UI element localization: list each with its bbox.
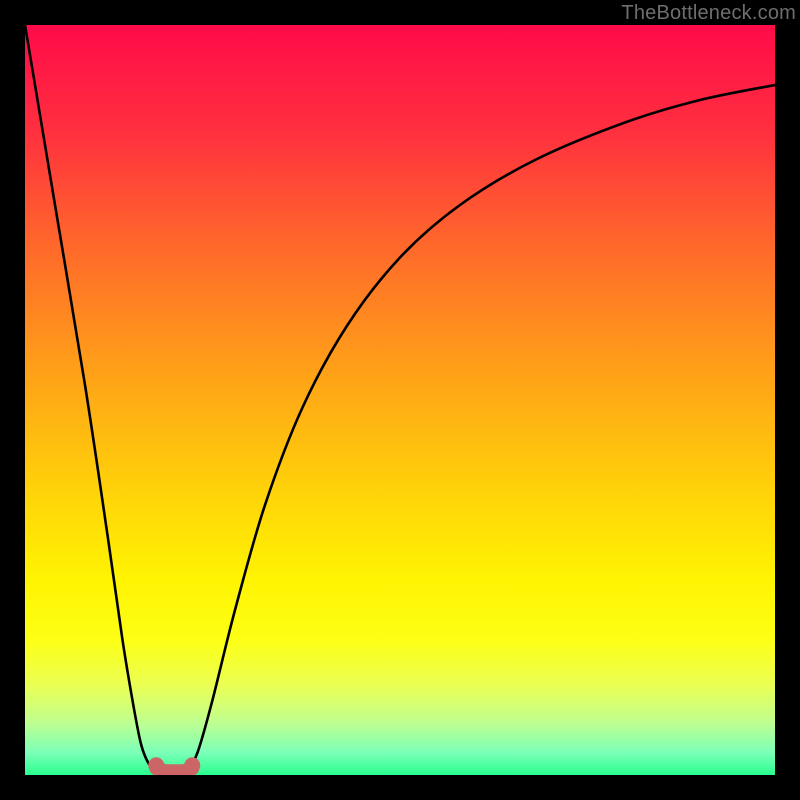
- chart-svg: [25, 25, 775, 775]
- watermark-text: TheBottleneck.com: [621, 2, 796, 25]
- gradient-background: [25, 25, 775, 775]
- chart-frame: TheBottleneck.com: [0, 0, 800, 800]
- plot-area: [25, 25, 775, 775]
